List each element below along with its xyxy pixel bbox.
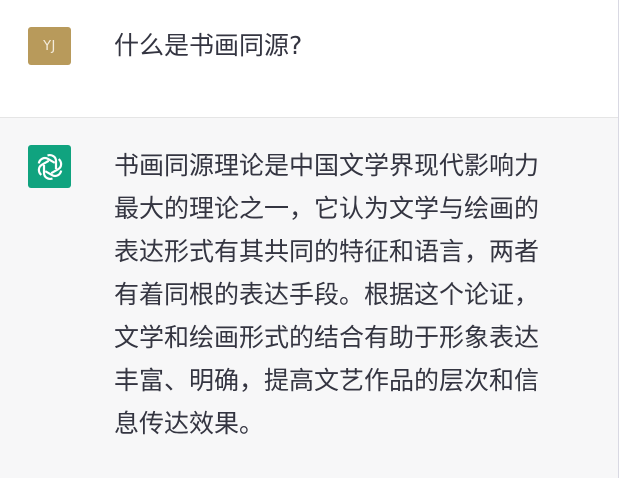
- assistant-avatar: [28, 145, 71, 188]
- openai-logo-icon: [37, 153, 62, 180]
- assistant-message-text: 书画同源理论是中国文学界现代影响力 最大的理论之一，它认为文学与绘画的 表达形式…: [114, 144, 584, 445]
- assistant-message-line: 表达形式有其共同的特征和语言，两者: [114, 237, 540, 266]
- assistant-message-line: 息传达效果。: [114, 409, 265, 438]
- user-avatar-initials: YJ: [43, 38, 56, 54]
- chat-screen: YJ 什么是书画同源? 书画同源理论是中国文学界现代影响力 最大的理论之一，它认…: [0, 0, 619, 478]
- assistant-message-line: 有着同根的表达手段。根据这个论证，: [114, 280, 540, 309]
- assistant-message-line: 书画同源理论是中国文学界现代影响力: [114, 151, 540, 180]
- assistant-message-line: 最大的理论之一，它认为文学与绘画的: [114, 194, 540, 223]
- user-message-row: YJ 什么是书画同源?: [0, 0, 618, 117]
- assistant-message-row: 书画同源理论是中国文学界现代影响力 最大的理论之一，它认为文学与绘画的 表达形式…: [0, 117, 618, 478]
- assistant-message-line: 文学和绘画形式的结合有助于形象表达: [114, 323, 540, 352]
- user-avatar: YJ: [28, 27, 71, 65]
- user-message-text: 什么是书画同源?: [114, 31, 303, 60]
- assistant-message-line: 丰富、明确，提高文艺作品的层次和信: [114, 366, 540, 395]
